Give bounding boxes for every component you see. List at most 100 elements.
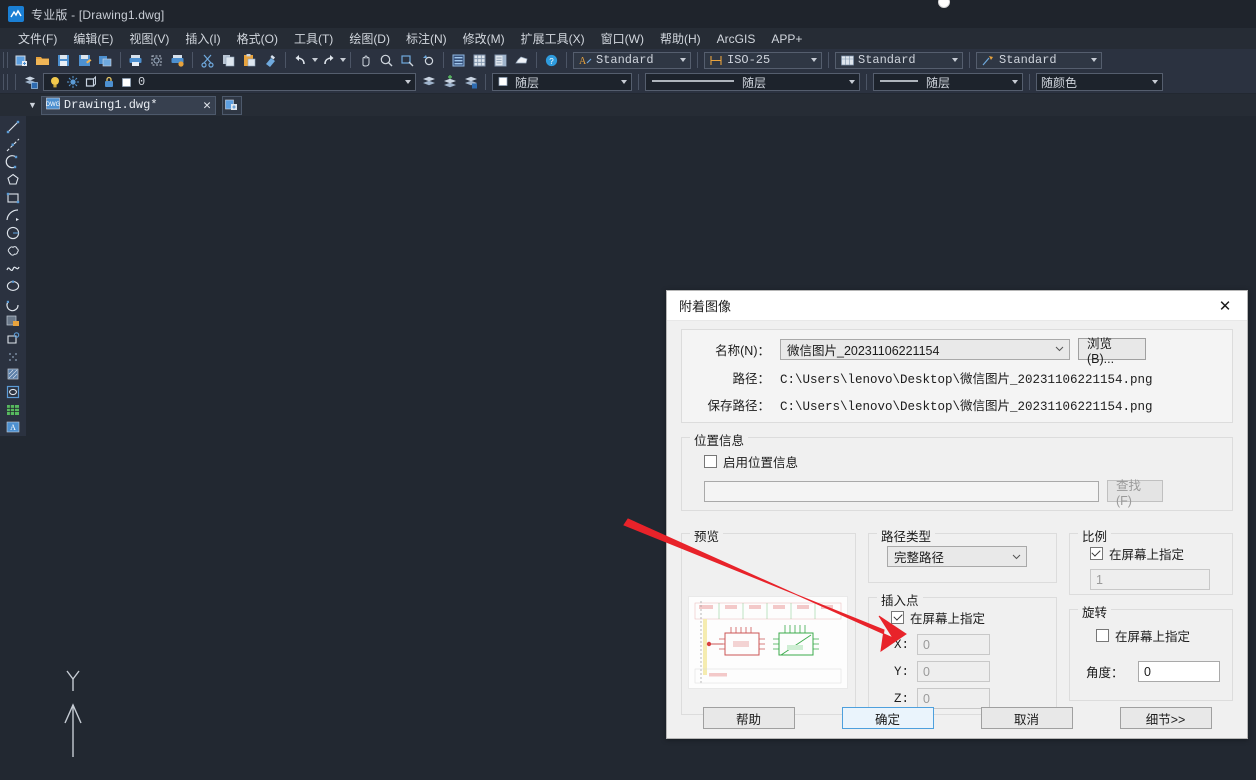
layer-manager-icon[interactable] xyxy=(21,73,40,91)
rotation-specify-checkbox[interactable] xyxy=(1095,629,1109,642)
copy-icon[interactable] xyxy=(219,51,238,69)
menu-insert[interactable]: 插入(I) xyxy=(177,28,228,49)
chevron-down-icon[interactable] xyxy=(807,53,819,68)
linetype-combo[interactable]: 随层 xyxy=(645,73,860,91)
image-name-combo[interactable]: 微信图片_20231106221154 xyxy=(780,338,1070,360)
properties-palette-icon[interactable] xyxy=(449,51,468,69)
chevron-down-icon[interactable] xyxy=(1087,53,1099,68)
print-preview-icon[interactable] xyxy=(147,51,166,69)
ellipse-icon[interactable] xyxy=(2,277,24,295)
details-button[interactable]: 细节>> xyxy=(1119,707,1212,729)
zoom-window-icon[interactable] xyxy=(398,51,417,69)
menu-view[interactable]: 视图(V) xyxy=(121,28,177,49)
geolocation-find-button[interactable]: 查找(F) xyxy=(1107,479,1163,508)
save-as-icon[interactable] xyxy=(75,51,94,69)
chevron-down-icon[interactable] xyxy=(401,75,413,90)
help-button[interactable]: 帮助 xyxy=(702,707,795,729)
paste-icon[interactable] xyxy=(240,51,259,69)
menu-format[interactable]: 格式(O) xyxy=(229,28,286,49)
design-center-icon[interactable] xyxy=(470,51,489,69)
hatch-icon[interactable] xyxy=(2,365,24,383)
circle-icon[interactable] xyxy=(2,224,24,242)
y-input[interactable]: 0 xyxy=(917,661,991,682)
open-file-icon[interactable] xyxy=(33,51,52,69)
polygon-icon[interactable] xyxy=(2,171,24,189)
pan-icon[interactable] xyxy=(356,51,375,69)
menu-file[interactable]: 文件(F) xyxy=(10,28,65,49)
layer-on-bulb-icon[interactable] xyxy=(48,75,63,90)
undo-icon[interactable] xyxy=(291,51,310,69)
menu-modify[interactable]: 修改(M) xyxy=(455,28,513,49)
layer-lock-icon[interactable] xyxy=(102,75,117,90)
new-file-icon[interactable] xyxy=(12,51,31,69)
layer-freeze-vp-icon[interactable] xyxy=(84,75,99,90)
cut-icon[interactable] xyxy=(198,51,217,69)
mleader-style-combo[interactable]: Standard xyxy=(976,51,1102,69)
toolbar-grip[interactable] xyxy=(3,74,8,90)
cloud-icon[interactable] xyxy=(512,51,531,69)
elliptical-arc-icon[interactable] xyxy=(2,295,24,313)
new-document-button[interactable] xyxy=(221,95,242,115)
zoom-previous-icon[interactable] xyxy=(419,51,438,69)
menu-help[interactable]: 帮助(H) xyxy=(652,28,709,49)
match-properties-icon[interactable] xyxy=(261,51,280,69)
scale-specify-checkbox-row[interactable]: 在屏幕上指定 xyxy=(1089,544,1222,563)
geolocation-checkbox[interactable] xyxy=(704,455,717,468)
close-icon[interactable]: ✕ xyxy=(1203,291,1247,321)
chevron-down-icon[interactable] xyxy=(1008,554,1024,560)
chevron-down-icon[interactable] xyxy=(845,75,857,90)
chevron-down-icon[interactable] xyxy=(1148,75,1160,90)
menu-draw[interactable]: 绘图(D) xyxy=(341,28,398,49)
gradient-icon[interactable] xyxy=(2,383,24,401)
point-icon[interactable] xyxy=(2,348,24,366)
construction-line-icon[interactable] xyxy=(2,136,24,154)
toolbar-grip[interactable] xyxy=(3,52,8,68)
menu-tools[interactable]: 工具(T) xyxy=(286,28,341,49)
tab-list-caret-icon[interactable]: ▼ xyxy=(28,100,37,110)
menu-arcgis[interactable]: ArcGIS xyxy=(709,30,764,48)
layer-combo[interactable]: 0 xyxy=(43,73,416,91)
layer-freeze-sun-icon[interactable] xyxy=(66,75,81,90)
chevron-down-icon[interactable] xyxy=(1051,346,1067,352)
rotation-specify-checkbox-row[interactable]: 在屏幕上指定 xyxy=(1095,626,1222,645)
tool-palettes-icon[interactable] xyxy=(491,51,510,69)
print-icon[interactable] xyxy=(126,51,145,69)
menu-appplus[interactable]: APP+ xyxy=(763,30,810,48)
scale-input[interactable]: 1 xyxy=(1089,569,1210,590)
insertion-specify-checkbox[interactable] xyxy=(891,611,905,624)
make-block-icon[interactable] xyxy=(2,330,24,348)
lineweight-combo[interactable]: 随层 xyxy=(873,73,1023,91)
chevron-down-icon[interactable] xyxy=(948,53,960,68)
chevron-down-icon[interactable] xyxy=(676,53,688,68)
geolocation-input[interactable] xyxy=(704,480,1099,502)
plot-icon[interactable] xyxy=(168,51,187,69)
revision-cloud-icon[interactable] xyxy=(2,242,24,260)
insertion-specify-checkbox-row[interactable]: 在屏幕上指定 xyxy=(891,608,1046,627)
polyline-icon[interactable] xyxy=(2,153,24,171)
redo-icon[interactable] xyxy=(319,51,338,69)
help-icon[interactable]: ? xyxy=(542,51,561,69)
insert-block-icon[interactable] xyxy=(2,312,24,330)
line-icon[interactable] xyxy=(2,118,24,136)
zoom-realtime-icon[interactable] xyxy=(377,51,396,69)
chevron-down-icon[interactable] xyxy=(1008,75,1020,90)
dimension-style-combo[interactable]: ISO-25 xyxy=(704,51,822,69)
layer-previous-icon[interactable] xyxy=(419,73,438,91)
layer-make-current-icon[interactable] xyxy=(440,73,459,91)
multiline-text-icon[interactable]: A xyxy=(2,418,24,436)
layer-color-swatch-icon[interactable] xyxy=(120,75,135,90)
menu-window[interactable]: 窗口(W) xyxy=(593,28,652,49)
table-style-combo[interactable]: Standard xyxy=(835,51,963,69)
path-type-select[interactable]: 完整路径 xyxy=(887,546,1028,567)
cancel-button[interactable]: 取消 xyxy=(980,707,1073,729)
document-tab[interactable]: DWG Drawing1.dwg* ✕ xyxy=(40,95,216,115)
layer-states-icon[interactable] xyxy=(461,73,480,91)
undo-dropdown-icon[interactable] xyxy=(312,58,318,62)
x-input[interactable]: 0 xyxy=(917,634,991,655)
plotstyle-combo[interactable]: 随颜色 xyxy=(1036,73,1163,91)
export-icon[interactable] xyxy=(96,51,115,69)
ok-button[interactable]: 确定 xyxy=(841,707,934,729)
menu-express[interactable]: 扩展工具(X) xyxy=(513,28,593,49)
color-combo[interactable]: 随层 xyxy=(492,73,632,91)
chevron-down-icon[interactable] xyxy=(617,75,629,90)
